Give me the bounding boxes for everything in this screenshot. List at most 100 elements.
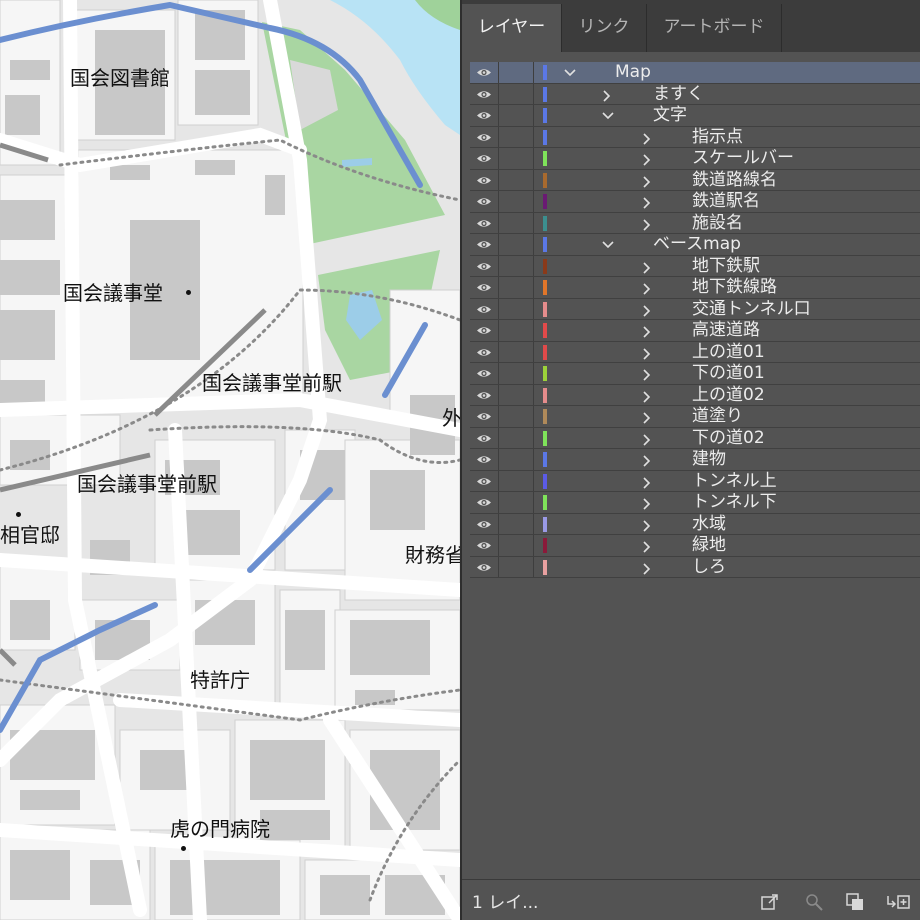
visibility-toggle[interactable]	[470, 556, 499, 577]
chevron-right-icon[interactable]	[640, 148, 654, 169]
chevron-right-icon[interactable]	[640, 363, 654, 384]
lock-toggle[interactable]	[499, 126, 534, 147]
lock-toggle[interactable]	[499, 556, 534, 577]
chevron-right-icon[interactable]	[640, 535, 654, 556]
chevron-right-icon[interactable]	[640, 514, 654, 535]
chevron-right-icon[interactable]	[640, 299, 654, 320]
layer-row[interactable]: 鉄道駅名	[470, 191, 920, 213]
visibility-toggle[interactable]	[470, 320, 499, 341]
export-icon[interactable]	[760, 892, 780, 912]
visibility-toggle[interactable]	[470, 277, 499, 298]
visibility-toggle[interactable]	[470, 492, 499, 513]
chevron-right-icon[interactable]	[640, 557, 654, 578]
visibility-toggle[interactable]	[470, 126, 499, 147]
visibility-toggle[interactable]	[470, 384, 499, 405]
tab-artboards[interactable]: アートボード	[647, 4, 782, 52]
visibility-toggle[interactable]	[470, 513, 499, 534]
lock-toggle[interactable]	[499, 105, 534, 126]
layer-row[interactable]: 指示点	[470, 126, 920, 148]
lock-toggle[interactable]	[499, 470, 534, 491]
layer-row[interactable]: トンネル下	[470, 492, 920, 514]
visibility-toggle[interactable]	[470, 535, 499, 556]
layer-row[interactable]: トンネル上	[470, 470, 920, 492]
lock-toggle[interactable]	[499, 320, 534, 341]
lock-toggle[interactable]	[499, 212, 534, 233]
lock-toggle[interactable]	[499, 427, 534, 448]
visibility-toggle[interactable]	[470, 62, 499, 83]
layer-row[interactable]: スケールバー	[470, 148, 920, 170]
visibility-toggle[interactable]	[470, 470, 499, 491]
lock-toggle[interactable]	[499, 277, 534, 298]
visibility-toggle[interactable]	[470, 169, 499, 190]
chevron-right-icon[interactable]	[640, 170, 654, 191]
layer-row[interactable]: 緑地	[470, 535, 920, 557]
layer-row[interactable]: 下の道01	[470, 363, 920, 385]
chevron-right-icon[interactable]	[640, 277, 654, 298]
lock-toggle[interactable]	[499, 255, 534, 276]
visibility-toggle[interactable]	[470, 148, 499, 169]
layer-row[interactable]: ますく	[470, 83, 920, 105]
chevron-right-icon[interactable]	[600, 84, 614, 105]
lock-toggle[interactable]	[499, 406, 534, 427]
layer-row[interactable]: 水域	[470, 513, 920, 535]
chevron-right-icon[interactable]	[640, 428, 654, 449]
new-sublayer-icon[interactable]	[886, 892, 912, 912]
visibility-toggle[interactable]	[470, 406, 499, 427]
chevron-down-icon[interactable]	[600, 234, 614, 255]
clip-mask-icon[interactable]	[845, 892, 865, 912]
chevron-right-icon[interactable]	[640, 385, 654, 406]
visibility-toggle[interactable]	[470, 449, 499, 470]
chevron-right-icon[interactable]	[640, 127, 654, 148]
map-canvas[interactable]: 国会図書館 国会議事堂 国会議事堂前駅 国会議事堂前駅 相官邸 財務省 外 特許…	[0, 0, 460, 920]
layer-row[interactable]: 施設名	[470, 212, 920, 234]
chevron-down-icon[interactable]	[600, 105, 614, 126]
visibility-toggle[interactable]	[470, 191, 499, 212]
lock-toggle[interactable]	[499, 363, 534, 384]
layer-row[interactable]: Map	[470, 62, 920, 84]
layer-row[interactable]: 上の道01	[470, 341, 920, 363]
lock-toggle[interactable]	[499, 535, 534, 556]
chevron-right-icon[interactable]	[640, 471, 654, 492]
lock-toggle[interactable]	[499, 62, 534, 83]
visibility-toggle[interactable]	[470, 212, 499, 233]
layer-row[interactable]: 鉄道路線名	[470, 169, 920, 191]
visibility-toggle[interactable]	[470, 363, 499, 384]
lock-toggle[interactable]	[499, 384, 534, 405]
layer-row[interactable]: 上の道02	[470, 384, 920, 406]
lock-toggle[interactable]	[499, 83, 534, 104]
visibility-toggle[interactable]	[470, 298, 499, 319]
chevron-right-icon[interactable]	[640, 213, 654, 234]
visibility-toggle[interactable]	[470, 341, 499, 362]
layer-row[interactable]: しろ	[470, 556, 920, 578]
lock-toggle[interactable]	[499, 492, 534, 513]
lock-toggle[interactable]	[499, 341, 534, 362]
tab-layers[interactable]: レイヤー	[462, 4, 562, 52]
layer-row[interactable]: ベースmap	[470, 234, 920, 256]
visibility-toggle[interactable]	[470, 234, 499, 255]
layer-row[interactable]: 地下鉄駅	[470, 255, 920, 277]
lock-toggle[interactable]	[499, 513, 534, 534]
visibility-toggle[interactable]	[470, 105, 499, 126]
lock-toggle[interactable]	[499, 169, 534, 190]
locate-icon[interactable]	[804, 892, 824, 912]
lock-toggle[interactable]	[499, 449, 534, 470]
layer-row[interactable]: 道塗り	[470, 406, 920, 428]
tab-links[interactable]: リンク	[562, 4, 647, 52]
chevron-right-icon[interactable]	[640, 342, 654, 363]
lock-toggle[interactable]	[499, 298, 534, 319]
layer-row[interactable]: 高速道路	[470, 320, 920, 342]
layer-row[interactable]: 建物	[470, 449, 920, 471]
layer-row[interactable]: 地下鉄線路	[470, 277, 920, 299]
chevron-right-icon[interactable]	[640, 449, 654, 470]
lock-toggle[interactable]	[499, 191, 534, 212]
chevron-right-icon[interactable]	[640, 492, 654, 513]
lock-toggle[interactable]	[499, 148, 534, 169]
lock-toggle[interactable]	[499, 234, 534, 255]
layer-row[interactable]: 交通トンネル口	[470, 298, 920, 320]
visibility-toggle[interactable]	[470, 83, 499, 104]
chevron-right-icon[interactable]	[640, 320, 654, 341]
visibility-toggle[interactable]	[470, 255, 499, 276]
layer-row[interactable]: 文字	[470, 105, 920, 127]
chevron-right-icon[interactable]	[640, 406, 654, 427]
chevron-right-icon[interactable]	[640, 256, 654, 277]
